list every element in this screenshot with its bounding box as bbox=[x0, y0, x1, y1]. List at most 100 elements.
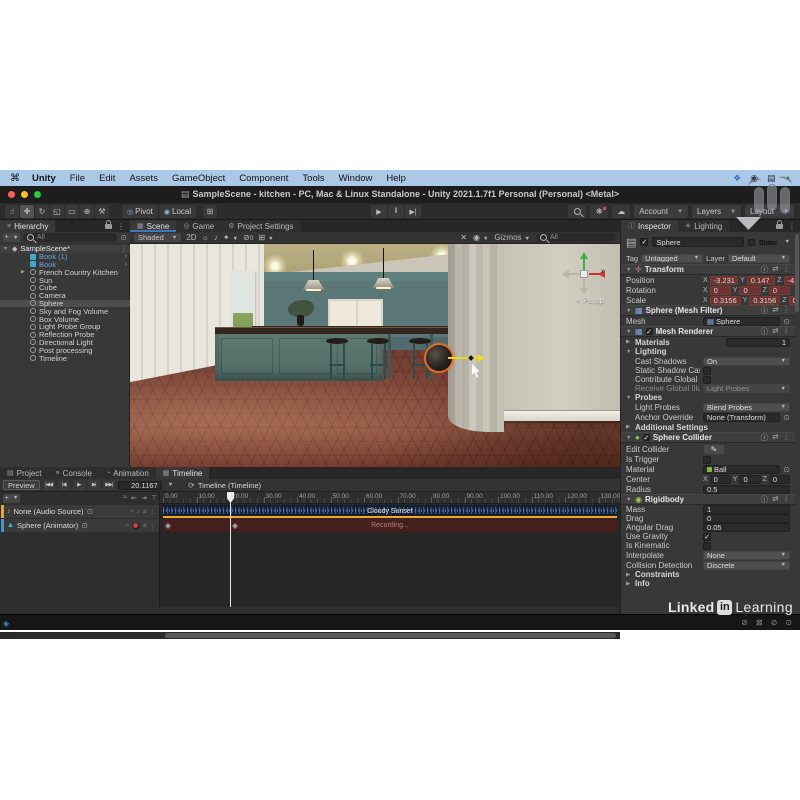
curves-view-icon[interactable]: ≈ bbox=[123, 494, 127, 502]
scene-audio-toggle-icon[interactable]: ♪ bbox=[214, 233, 218, 242]
menu-help[interactable]: Help bbox=[386, 173, 406, 184]
tab-inspector[interactable]: ⓘ Inspector bbox=[621, 220, 678, 232]
console-status-icon[interactable]: ◈ bbox=[3, 619, 9, 628]
rotate-tool[interactable]: ↻ bbox=[35, 205, 49, 218]
cast-shadows-dropdown[interactable]: On▼ bbox=[703, 357, 790, 366]
center-z-field[interactable]: 0 bbox=[769, 475, 790, 484]
position-y-field[interactable]: 0.147 bbox=[747, 276, 775, 285]
marker-out-icon[interactable]: ⇥ bbox=[141, 494, 147, 502]
marker-in-icon[interactable]: ⇤ bbox=[131, 494, 137, 502]
rotation-z-field[interactable]: 0 bbox=[769, 286, 790, 295]
menu-assets[interactable]: Assets bbox=[129, 173, 158, 184]
cloud-button[interactable]: ☁ bbox=[612, 205, 630, 218]
apple-menu-icon[interactable]: ⌘ bbox=[10, 173, 20, 184]
mesh-renderer-component-header[interactable]: ▼ ▦ ✓ Mesh Renderer ⓘ⇄⋮ bbox=[621, 326, 795, 337]
menu-tools[interactable]: Tools bbox=[302, 173, 324, 184]
scale-y-field[interactable]: 0.3156 bbox=[749, 296, 780, 305]
menu-file[interactable]: File bbox=[70, 173, 85, 184]
timeline-play-button[interactable]: ▶ bbox=[73, 480, 85, 490]
materials-count-field[interactable]: 1 bbox=[726, 338, 790, 347]
gizmos-dropdown[interactable]: Gizmos▼ bbox=[494, 233, 530, 242]
account-dropdown[interactable]: Account▼ bbox=[634, 205, 688, 218]
2d-toggle[interactable]: 2D bbox=[186, 233, 196, 242]
rotation-x-field[interactable]: 0 bbox=[710, 286, 731, 295]
step-button[interactable]: ▶| bbox=[405, 205, 421, 218]
move-tool[interactable]: ✛ bbox=[20, 205, 34, 218]
timeline-breadcrumb[interactable]: ⟳ Timeline (Timeline) bbox=[188, 481, 261, 490]
scale-x-field[interactable]: 0.3156 bbox=[710, 296, 741, 305]
anchor-override-field[interactable]: None (Transform) bbox=[703, 413, 780, 422]
object-picker-icon[interactable]: ⊙ bbox=[783, 317, 790, 326]
play-button[interactable]: ▶ bbox=[371, 205, 387, 218]
hierarchy-item-sun[interactable]: Sun bbox=[0, 276, 130, 284]
rotation-y-field[interactable]: 0 bbox=[739, 286, 760, 295]
tab-lighting[interactable]: ☀ Lighting bbox=[678, 220, 729, 232]
playhead-line[interactable] bbox=[230, 492, 231, 607]
scene-menu-icon[interactable]: ⋮ bbox=[120, 245, 127, 253]
center-x-field[interactable]: 0 bbox=[710, 475, 731, 484]
radius-field[interactable]: 0.5 bbox=[703, 485, 790, 494]
center-y-field[interactable]: 0 bbox=[739, 475, 760, 484]
track-menu-icon[interactable]: ⋮ bbox=[150, 508, 157, 516]
collab-button[interactable]: ❋ bbox=[590, 205, 608, 218]
pivot-toggle-button[interactable]: ◎ Pivot bbox=[122, 205, 158, 218]
menu-window[interactable]: Window bbox=[339, 173, 373, 184]
light-probes-dropdown[interactable]: Blend Probes▼ bbox=[703, 403, 790, 412]
tab-timeline[interactable]: ▦ Timeline bbox=[156, 467, 210, 479]
object-picker-icon[interactable]: ⊙ bbox=[87, 507, 94, 516]
menu-unity[interactable]: Unity bbox=[32, 173, 56, 184]
add-track-button[interactable]: +▼ bbox=[3, 494, 20, 503]
shading-mode-dropdown[interactable]: Shaded▼ bbox=[134, 233, 181, 242]
tab-hierarchy[interactable]: ≡ Hierarchy bbox=[0, 220, 55, 232]
animation-track-header[interactable]: ▲ Sphere (Animator) ⊙ ≈ a ⋮ bbox=[1, 519, 159, 532]
static-shadow-caster-checkbox[interactable] bbox=[703, 367, 711, 375]
help-icon[interactable]: ⓘ bbox=[761, 264, 769, 275]
tab-game[interactable]: ◎ Game bbox=[176, 220, 221, 232]
scene-picker-icon[interactable]: ⊙ bbox=[120, 233, 127, 242]
scene-search-input[interactable]: All bbox=[536, 233, 616, 242]
hierarchy-item-book-1-[interactable]: Book (1)› bbox=[0, 253, 130, 261]
lock-icon[interactable] bbox=[105, 224, 112, 229]
grid-snapping-button[interactable]: ⊞ bbox=[203, 205, 217, 218]
hand-tool[interactable]: ☝ bbox=[5, 205, 19, 218]
search-button[interactable] bbox=[568, 205, 586, 218]
presets-icon[interactable]: ⇄ bbox=[772, 264, 778, 275]
panel-menu-icon[interactable]: ⋮ bbox=[117, 222, 125, 231]
tab-animation[interactable]: ◔ Animation bbox=[99, 467, 156, 479]
scene-viewport[interactable]: x < Persp bbox=[130, 244, 620, 467]
transform-component-header[interactable]: ▼ ✛ Transform ⓘ⇄⋮ bbox=[621, 264, 795, 275]
object-picker-icon[interactable]: ⊙ bbox=[783, 465, 790, 474]
collider-enabled-checkbox[interactable]: ✓ bbox=[643, 434, 650, 441]
menu-component[interactable]: Component bbox=[239, 173, 288, 184]
track-mute-icon[interactable]: ♪ bbox=[137, 508, 140, 515]
scale-tool[interactable]: ◱ bbox=[50, 205, 64, 218]
scene-camera-dropdown-icon[interactable]: ◉▼ bbox=[473, 233, 488, 242]
physic-material-field[interactable]: Ball bbox=[703, 465, 780, 474]
prefab-open-chevron-icon[interactable]: › bbox=[125, 261, 127, 268]
inspector-scrollbar[interactable] bbox=[795, 234, 799, 312]
rigidbody-component-header[interactable]: ▼ ◉ Rigidbody ⓘ⇄⋮ bbox=[621, 494, 795, 505]
interpolate-dropdown[interactable]: None▼ bbox=[703, 551, 790, 560]
audio-track-header[interactable]: ♪ None (Audio Source) ⊙ ≈ ♪ a ⋮ bbox=[1, 505, 159, 518]
scene-fx-dropdown-icon[interactable]: ✦▼ bbox=[223, 233, 238, 242]
animation-recording-strip[interactable]: Recording... bbox=[163, 519, 617, 532]
go-to-end-button[interactable]: ▶▶| bbox=[103, 480, 115, 490]
menu-gameobject[interactable]: GameObject bbox=[172, 173, 225, 184]
preview-toggle-button[interactable]: Preview bbox=[3, 480, 40, 490]
tab-scene[interactable]: ▦ Scene bbox=[130, 220, 176, 232]
component-menu-icon[interactable]: ⋮ bbox=[783, 264, 791, 275]
tab-project[interactable]: ▤ Project bbox=[0, 467, 49, 479]
track-menu-icon[interactable]: ⋮ bbox=[150, 522, 157, 530]
static-checkbox[interactable] bbox=[748, 239, 755, 246]
gameobject-enabled-checkbox[interactable]: ✓ bbox=[640, 238, 648, 246]
tag-dropdown[interactable]: Untagged▼ bbox=[641, 254, 703, 263]
component-tools-icon[interactable]: ✕ bbox=[460, 233, 467, 242]
current-frame-field[interactable]: 20.1167 bbox=[118, 481, 162, 490]
move-gizmo-x-axis[interactable] bbox=[448, 357, 478, 359]
position-z-field[interactable]: -4.145 bbox=[784, 276, 795, 285]
static-dropdown-icon[interactable]: ▼ bbox=[785, 239, 790, 245]
progress-status-icon[interactable]: ⊙ bbox=[785, 618, 792, 627]
previous-frame-button[interactable]: |◀ bbox=[58, 480, 70, 490]
grid-visibility-dropdown-icon[interactable]: ⊞▼ bbox=[258, 233, 273, 242]
prefab-open-chevron-icon[interactable]: › bbox=[125, 253, 127, 260]
